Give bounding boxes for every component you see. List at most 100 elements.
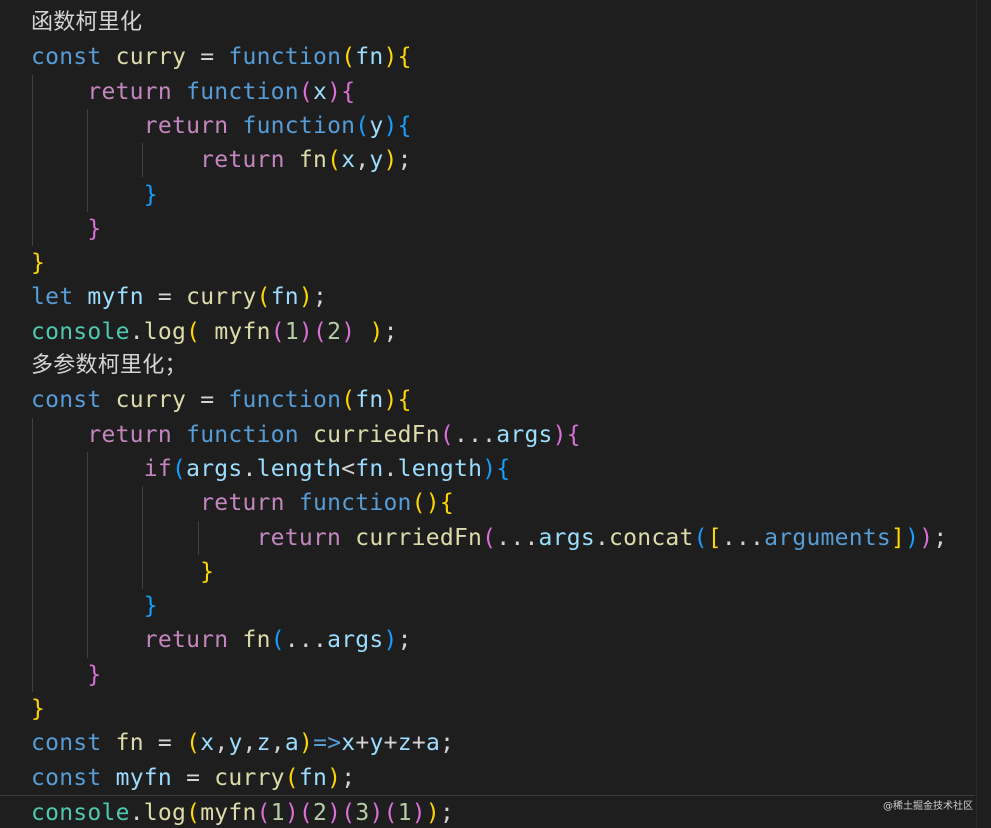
code-token: ) [411, 799, 426, 826]
code-token: ... [496, 524, 539, 551]
code-token: y [369, 147, 384, 174]
code-line[interactable]: return fn(x,y); [31, 143, 412, 177]
code-token: x [312, 78, 328, 105]
code-token: myfn [87, 284, 144, 311]
code-token: function [228, 44, 342, 71]
code-token: 2 [327, 318, 342, 345]
code-line[interactable]: return function(x){ [31, 75, 355, 109]
code-line[interactable]: } [31, 555, 214, 589]
code-token: ) [383, 147, 398, 174]
code-token: ... [453, 421, 497, 448]
code-line[interactable]: } [31, 212, 102, 246]
code-token: console [31, 318, 130, 345]
code-token: ) [327, 799, 342, 826]
code-token: args [186, 455, 243, 482]
code-line[interactable]: const curry = function(fn){ [31, 40, 412, 74]
code-line[interactable]: return function(y){ [31, 109, 412, 143]
code-token: myfn [115, 764, 172, 791]
code-token: ( [383, 799, 398, 826]
code-token: y [369, 730, 384, 757]
code-token: const [31, 44, 102, 71]
code-token: ; [397, 147, 412, 174]
code-token: = [172, 764, 215, 791]
code-token: { [496, 455, 511, 482]
code-line[interactable]: } [31, 658, 102, 692]
code-line[interactable]: } [31, 589, 158, 623]
code-token: } [200, 558, 215, 585]
code-token: 1 [397, 799, 412, 826]
code-token: fn [298, 764, 328, 791]
code-token: fn [242, 627, 271, 654]
code-token: , [355, 147, 370, 174]
code-line[interactable]: return function(){ [31, 486, 454, 520]
code-token: log [143, 318, 187, 345]
code-token: ... [284, 627, 328, 654]
code-token: + [383, 730, 398, 757]
code-token: return [200, 147, 285, 174]
code-token: myfn [214, 318, 271, 345]
code-token: function [298, 490, 412, 517]
code-token: arguments [764, 524, 892, 551]
code-token: fn [355, 455, 384, 482]
code-token: ) [383, 44, 398, 71]
code-token: < [341, 455, 356, 482]
code-token: 1 [284, 318, 299, 345]
code-line[interactable]: return fn(...args); [31, 623, 412, 657]
code-token: ( [693, 524, 708, 551]
code-token: 2 [313, 799, 328, 826]
code-editor[interactable]: 函数柯里化 const curry = function(fn){ return … [0, 0, 991, 828]
code-line[interactable]: return curriedFn(...args.concat([...argu… [31, 521, 948, 555]
code-token: ( [439, 421, 454, 448]
code-token: ... [721, 524, 765, 551]
code-token: curry [214, 764, 285, 791]
code-token: ; [341, 764, 356, 791]
code-line[interactable]: const fn = (x,y,z,a)=>x+y+z+a; [31, 726, 454, 760]
code-token: ; [397, 627, 412, 654]
code-token: return [143, 627, 229, 654]
code-token: ) [425, 799, 441, 826]
code-token: ) [905, 524, 920, 551]
code-token: 多参数柯里化； [31, 353, 187, 378]
code-token: fn [355, 387, 384, 414]
code-token: { [439, 490, 454, 517]
code-line[interactable]: console.log( myfn(1)(2) ); [31, 315, 398, 349]
code-token: return [143, 112, 229, 139]
vertical-scrollbar[interactable] [976, 0, 991, 828]
code-token: ) [369, 318, 384, 345]
code-token: = [186, 387, 229, 414]
code-token: ) [552, 421, 567, 448]
code-token: ( [341, 387, 356, 414]
code-token: a [425, 730, 441, 757]
code-token: ] [891, 524, 906, 551]
code-line[interactable]: const curry = function(fn){ [31, 383, 412, 417]
code-line[interactable]: if(args.length<fn.length){ [31, 452, 510, 486]
code-line[interactable]: let myfn = curry(fn); [31, 280, 327, 314]
code-line[interactable]: return function curriedFn(...args){ [31, 418, 581, 452]
code-line[interactable]: } [31, 692, 45, 726]
code-token: ) [327, 78, 342, 105]
code-token: ( [298, 78, 313, 105]
code-token: y [369, 112, 384, 139]
comment-line[interactable]: 函数柯里化 [31, 6, 142, 40]
code-token: args [327, 627, 384, 654]
code-line[interactable]: } [31, 246, 45, 280]
code-line[interactable]: } [31, 178, 158, 212]
code-line[interactable]: console.log(myfn(1)(2)(3)(1)); [0, 794, 975, 828]
code-token: } [31, 696, 46, 722]
code-line[interactable]: const myfn = curry(fn); [31, 761, 355, 795]
code-token: { [397, 112, 412, 139]
code-token: ) [284, 799, 299, 826]
comment-line[interactable]: 多参数柯里化； [31, 349, 187, 383]
code-token: . [129, 318, 144, 345]
code-token: . [129, 799, 144, 826]
